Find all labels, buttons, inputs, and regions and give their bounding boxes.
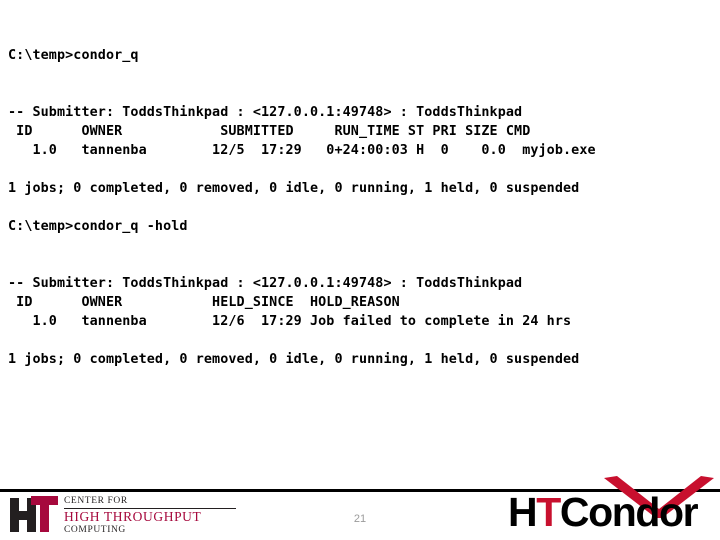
chtc-wordmark: CENTER FOR HIGH THROUGHPUT COMPUTING xyxy=(64,494,240,538)
terminal-line-submitter-2: -- Submitter: ToddsThinkpad : <127.0.0.1… xyxy=(8,276,523,291)
terminal-line-hold-row: 1.0 tannenba 12/6 17:29 Job failed to co… xyxy=(8,314,572,329)
htcondor-h: H xyxy=(508,489,538,535)
terminal-line-prompt-1: C:\temp>condor_q xyxy=(8,48,139,63)
terminal-line-hold-header: ID OWNER HELD_SINCE HOLD_REASON xyxy=(8,295,400,310)
terminal-line-summary-2: 1 jobs; 0 completed, 0 removed, 0 idle, … xyxy=(8,352,580,367)
chtc-logo: CENTER FOR HIGH THROUGHPUT COMPUTING xyxy=(10,494,240,538)
htcondor-wordmark: HTCondor xyxy=(508,490,714,538)
chtc-line-high-throughput: HIGH THROUGHPUT xyxy=(64,509,202,524)
terminal-line-queue-row: 1.0 tannenba 12/5 17:29 0+24:00:03 H 0 0… xyxy=(8,143,596,158)
chtc-line-computing: COMPUTING xyxy=(64,525,126,535)
chtc-line-center-for: CENTER FOR xyxy=(64,496,128,506)
terminal-line-submitter-1: -- Submitter: ToddsThinkpad : <127.0.0.1… xyxy=(8,105,523,120)
htcondor-logo: HTCondor xyxy=(508,476,714,538)
terminal-line-queue-header: ID OWNER SUBMITTED RUN_TIME ST PRI SIZE … xyxy=(8,124,531,139)
htcondor-condor: Condor xyxy=(559,489,699,535)
htcondor-t: T xyxy=(536,489,561,535)
terminal-line-summary-1: 1 jobs; 0 completed, 0 removed, 0 idle, … xyxy=(8,181,580,196)
terminal-transcript: C:\temp>condor_q -- Submitter: ToddsThin… xyxy=(8,46,714,369)
chtc-ht-mark-icon xyxy=(10,496,58,534)
terminal-line-prompt-2: C:\temp>condor_q -hold xyxy=(8,219,188,234)
slide-canvas: C:\temp>condor_q -- Submitter: ToddsThin… xyxy=(0,0,720,540)
page-number: 21 xyxy=(353,513,367,525)
